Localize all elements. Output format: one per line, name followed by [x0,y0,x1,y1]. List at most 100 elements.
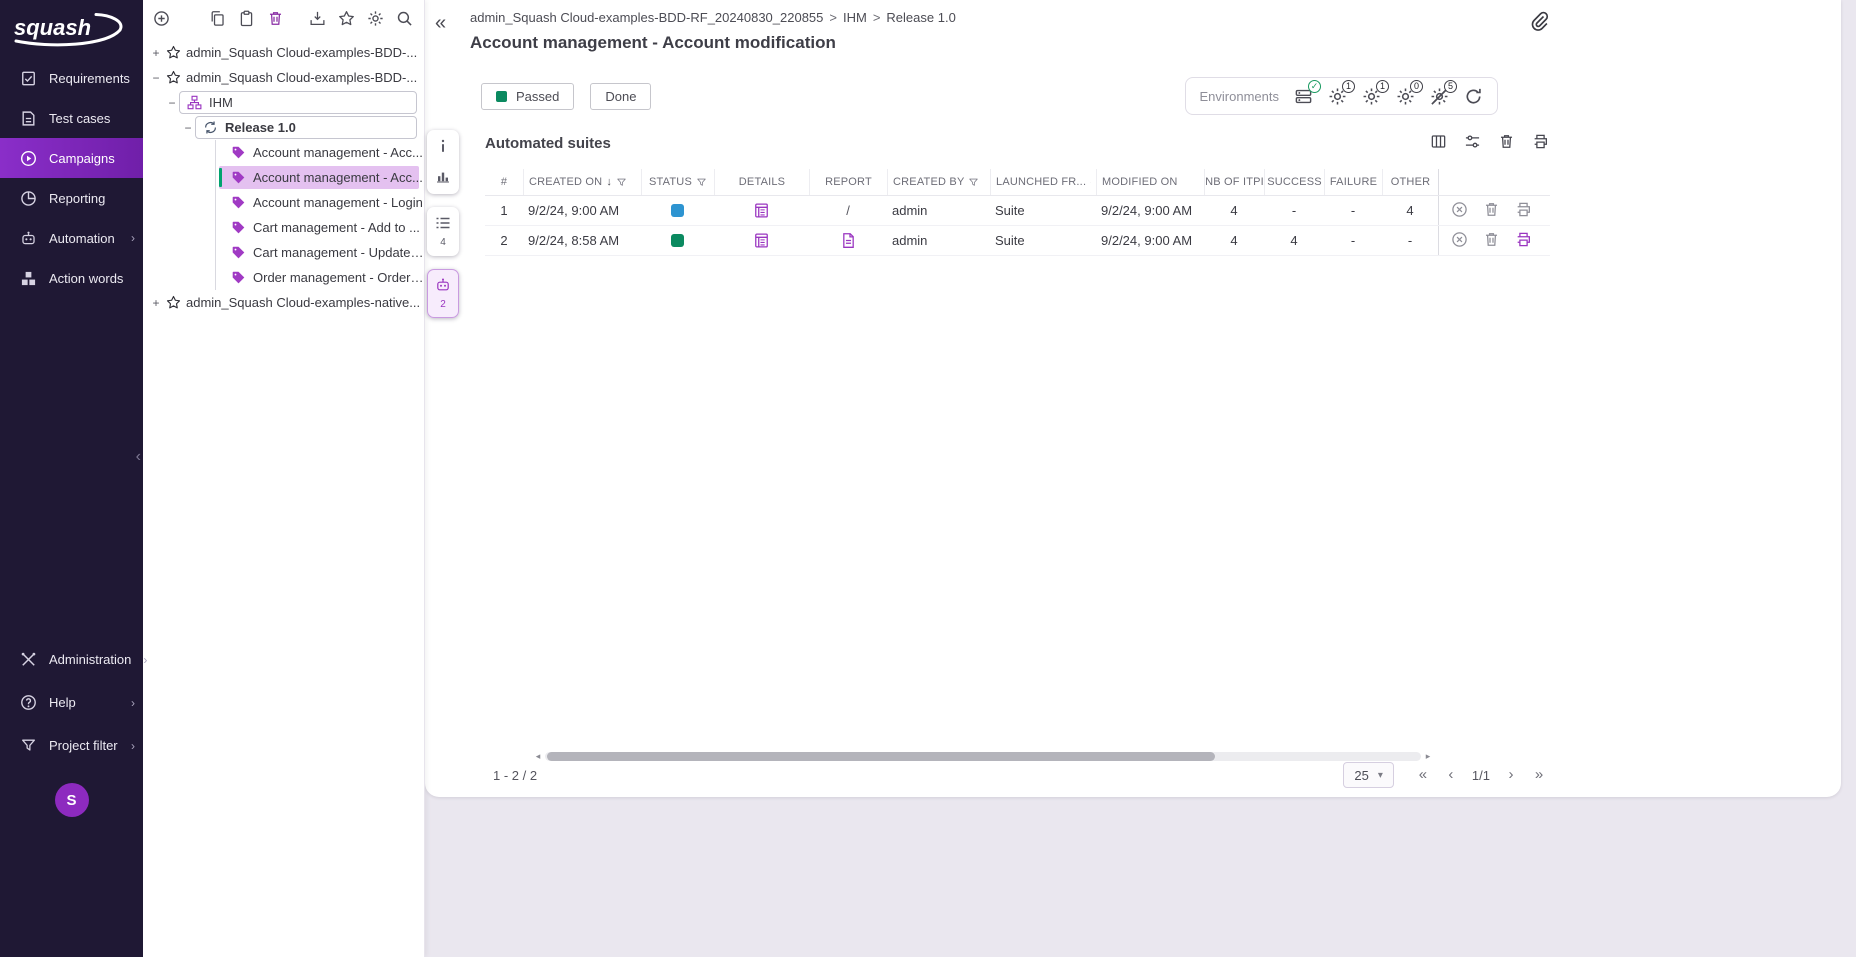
execution-status-chip[interactable]: Passed [481,83,574,110]
favorites-button[interactable] [336,10,356,30]
details-button[interactable] [753,202,770,219]
print-run-button[interactable] [1513,231,1533,251]
tree-item-test-suite[interactable]: Account management - Login [143,190,424,215]
attachments-button[interactable] [1525,8,1553,36]
column-header-launched-from[interactable]: LAUNCHED FR... [990,169,1096,195]
tree-settings-button[interactable] [365,10,385,30]
new-item-button[interactable] [151,10,171,30]
expander-icon[interactable]: + [149,296,163,310]
filter-icon[interactable] [968,177,979,188]
scroll-right-arrow[interactable]: ▸ [1423,751,1433,762]
page-size-select[interactable]: 25 ▾ [1343,762,1394,788]
column-header-report[interactable]: REPORT [809,169,887,195]
tree-item-test-suite-selected[interactable]: Account management - Acc... [143,165,424,190]
scrollbar-track[interactable] [545,752,1421,761]
delete-run-button[interactable] [1481,201,1501,221]
dashboard-tab-button[interactable] [434,168,452,186]
done-status-chip[interactable]: Done [590,83,651,110]
sidebar-item-project-filter[interactable]: Project filter › [0,724,143,767]
trash-icon [1483,231,1500,248]
first-page-button[interactable]: « [1412,764,1434,786]
column-header-created-by[interactable]: CREATED BY [887,169,990,195]
tree-item-project[interactable]: − admin_Squash Cloud-examples-BDD-... [143,65,424,90]
report-doc-button[interactable] [840,232,857,249]
column-header-num[interactable]: # [485,169,523,195]
sidebar-item-reporting[interactable]: Reporting [0,178,143,218]
sidebar-item-test-cases[interactable]: Test cases [0,98,143,138]
column-header-status[interactable]: STATUS [641,169,714,195]
expander-icon[interactable]: − [165,96,179,110]
filter-icon[interactable] [696,177,707,188]
delete-button[interactable] [265,10,285,30]
filter-icon[interactable] [1090,177,1091,188]
column-header-details[interactable]: DETAILS [714,169,809,195]
sidebar-item-help[interactable]: Help › [0,681,143,724]
breadcrumb-iteration[interactable]: Release 1.0 [886,10,955,25]
cancel-run-button[interactable] [1449,231,1469,251]
column-header-nb-of-itpi[interactable]: NB OF ITPI [1204,169,1264,195]
scroll-left-arrow[interactable]: ◂ [533,751,543,762]
delete-run-button[interactable] [1481,231,1501,251]
expander-icon[interactable]: + [149,46,163,60]
sidebar-item-requirements[interactable]: Requirements [0,58,143,98]
column-header-success[interactable]: SUCCESS [1264,169,1324,195]
filter-icon[interactable] [616,177,627,188]
details-button[interactable] [753,232,770,249]
tree-item-project[interactable]: + admin_Squash Cloud-examples-BDD-... [143,40,424,65]
configure-columns-button[interactable] [1428,133,1448,153]
test-plan-tab-button[interactable] [434,215,452,233]
tree-search-button[interactable] [394,10,414,30]
expander-icon[interactable]: − [149,71,163,85]
delete-suites-button[interactable] [1496,133,1516,153]
column-header-created-on[interactable]: CREATED ON ↓ [523,169,641,195]
column-header-other[interactable]: OTHER [1382,169,1438,195]
horizontal-scrollbar[interactable]: ◂ ▸ [533,751,1433,761]
information-tab-button[interactable] [434,138,452,156]
sidebar-item-administration[interactable]: Administration › [0,638,143,681]
suite-run-row[interactable]: 1 9/2/24, 9:00 AM / admin Suite 9/2/24, … [485,196,1550,226]
sort-desc-icon[interactable]: ↓ [606,176,612,188]
environment-settings-button[interactable]: 0 [1396,87,1415,106]
tree-item-project[interactable]: + admin_Squash Cloud-examples-native... [143,290,424,315]
main-content: « admin_Squash Cloud-examples-BDD-RF_202… [425,0,1856,957]
refresh-environments-button[interactable] [1464,87,1483,106]
collapse-tree-button[interactable]: « [435,12,446,35]
tree-item-test-suite[interactable]: Account management - Acc... [143,140,424,165]
tree-item-campaign-folder[interactable]: − IHM [143,90,424,115]
prev-page-button[interactable]: ‹ [1440,764,1462,786]
import-export-button[interactable] [307,10,327,30]
print-run-button[interactable] [1513,201,1533,221]
breadcrumb-campaign[interactable]: IHM [843,10,867,25]
sidebar-item-campaigns[interactable]: Campaigns [0,138,143,178]
tree-node-box[interactable]: Release 1.0 [195,116,417,139]
column-label: REPORT [825,176,872,188]
expander-icon[interactable]: − [181,121,195,135]
next-page-button[interactable]: › [1500,764,1522,786]
tree-item-test-suite[interactable]: Order management - Order ... [143,265,424,290]
paste-button[interactable] [236,10,256,30]
print-suites-button[interactable] [1530,133,1550,153]
breadcrumb-project[interactable]: admin_Squash Cloud-examples-BDD-RF_20240… [470,10,823,25]
copy-button[interactable] [207,10,227,30]
sidebar-collapse-button[interactable]: ‹ [136,448,141,466]
printer-icon [1515,201,1532,218]
user-avatar[interactable]: S [55,783,89,817]
environment-disabled-button[interactable]: 5 [1430,87,1449,106]
tree-item-test-suite[interactable]: Cart management - Update ... [143,240,424,265]
sidebar-item-action-words[interactable]: Action words [0,258,143,298]
column-header-modified-on[interactable]: MODIFIED ON [1096,169,1204,195]
cancel-run-button[interactable] [1449,201,1469,221]
column-header-failure[interactable]: FAILURE [1324,169,1382,195]
environment-server-button[interactable]: ✓ [1294,87,1313,106]
tree-node-box[interactable]: IHM [179,91,417,114]
scrollbar-thumb[interactable] [547,752,1215,761]
tree-item-iteration[interactable]: − Release 1.0 [143,115,424,140]
suite-run-row[interactable]: 2 9/2/24, 8:58 AM admin Suite 9/2/24, 9:… [485,226,1550,256]
environment-settings-button[interactable]: 1 [1362,87,1381,106]
last-page-button[interactable]: » [1528,764,1550,786]
environment-settings-button[interactable]: 1 [1328,87,1347,106]
tree-item-test-suite[interactable]: Cart management - Add to ... [143,215,424,240]
sidebar-item-automation[interactable]: Automation › [0,218,143,258]
automated-suites-tab-button[interactable] [434,277,452,295]
table-filter-button[interactable] [1462,133,1482,153]
